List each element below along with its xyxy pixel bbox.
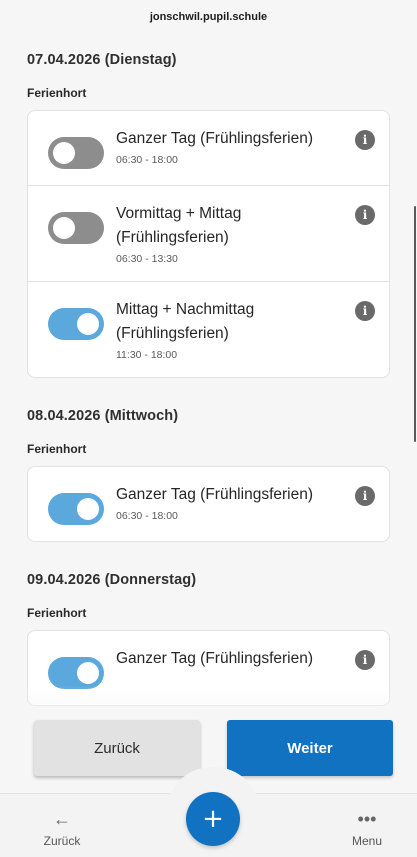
info-icon[interactable]: i	[355, 650, 375, 670]
option-toggle[interactable]	[48, 137, 104, 169]
info-icon[interactable]: i	[355, 486, 375, 506]
tab-back-label: Zurück	[43, 834, 81, 848]
option-name: Vormittag + Mittag	[116, 205, 242, 222]
day-title: 09.04.2026 (Donnerstag)	[27, 572, 197, 588]
group-label: Ferienhort	[27, 86, 87, 100]
option-toggle[interactable]	[48, 308, 104, 340]
group-label: Ferienhort	[27, 442, 87, 456]
more-dots-icon: •••	[357, 809, 377, 829]
option-time: 06:30 - 13:30	[116, 253, 178, 265]
options-card: Ganzer Tag (Frühlingsferien) 06:30 - 18:…	[27, 110, 390, 378]
options-card: Ganzer Tag (Frühlingsferien) 06:30 - 18:…	[27, 466, 390, 542]
option-name: Ganzer Tag (Frühlingsferien)	[116, 130, 313, 147]
group-label: Ferienhort	[27, 606, 87, 620]
day-section: 07.04.2026 (Dienstag) Ferienhort Ganzer …	[0, 52, 417, 378]
next-button[interactable]: Weiter	[227, 720, 393, 776]
plus-icon: +	[202, 804, 224, 834]
option-text: Ganzer Tag (Frühlingsferien)	[116, 647, 349, 671]
option-text: Ganzer Tag (Frühlingsferien) 06:30 - 18:…	[116, 483, 349, 522]
option-row: Vormittag + Mittag (Frühlingsferien) 06:…	[28, 186, 389, 282]
tab-menu[interactable]: ••• Menu	[327, 801, 407, 857]
option-name: Ganzer Tag (Frühlingsferien)	[116, 486, 313, 503]
option-text: Mittag + Nachmittag (Frühlingsferien) 11…	[116, 298, 349, 361]
tab-menu-label: Menu	[351, 834, 383, 848]
scrollbar[interactable]	[414, 206, 416, 442]
day-title: 07.04.2026 (Dienstag)	[27, 52, 177, 68]
option-row: Ganzer Tag (Frühlingsferien) 06:30 - 18:…	[28, 467, 389, 541]
toggle-knob	[53, 142, 75, 164]
option-toggle[interactable]	[48, 493, 104, 525]
option-time: 11:30 - 18:00	[116, 349, 178, 361]
option-time: 06:30 - 18:00	[116, 510, 178, 522]
info-icon[interactable]: i	[355, 130, 375, 150]
day-title: 08.04.2026 (Mittwoch)	[27, 408, 179, 424]
option-text: Ganzer Tag (Frühlingsferien) 06:30 - 18:…	[116, 127, 349, 166]
option-time: 06:30 - 18:00	[116, 154, 178, 166]
option-name-line2: (Frühlingsferien)	[116, 325, 229, 342]
arrow-left-icon: ←	[53, 809, 71, 829]
back-button[interactable]: Zurück	[34, 720, 200, 776]
toggle-knob	[53, 217, 75, 239]
option-name-line2: (Frühlingsferien)	[116, 229, 229, 246]
toggle-knob	[77, 498, 99, 520]
info-icon[interactable]: i	[355, 205, 375, 225]
toggle-knob	[77, 662, 99, 684]
tab-back[interactable]: ← Zurück	[22, 801, 102, 857]
toggle-knob	[77, 313, 99, 335]
option-text: Vormittag + Mittag (Frühlingsferien) 06:…	[116, 202, 349, 265]
option-toggle[interactable]	[48, 212, 104, 244]
url-text: jonschwil.pupil.schule	[149, 11, 268, 23]
option-row: Ganzer Tag (Frühlingsferien) 06:30 - 18:…	[28, 111, 389, 186]
day-section: 08.04.2026 (Mittwoch) Ferienhort Ganzer …	[0, 408, 417, 542]
option-name: Ganzer Tag (Frühlingsferien)	[116, 650, 313, 667]
add-button[interactable]: +	[186, 792, 240, 846]
option-name: Mittag + Nachmittag	[116, 301, 255, 318]
info-icon[interactable]: i	[355, 301, 375, 321]
option-row: Mittag + Nachmittag (Frühlingsferien) 11…	[28, 282, 389, 377]
browser-url-bar[interactable]: jonschwil.pupil.schule	[0, 0, 417, 34]
